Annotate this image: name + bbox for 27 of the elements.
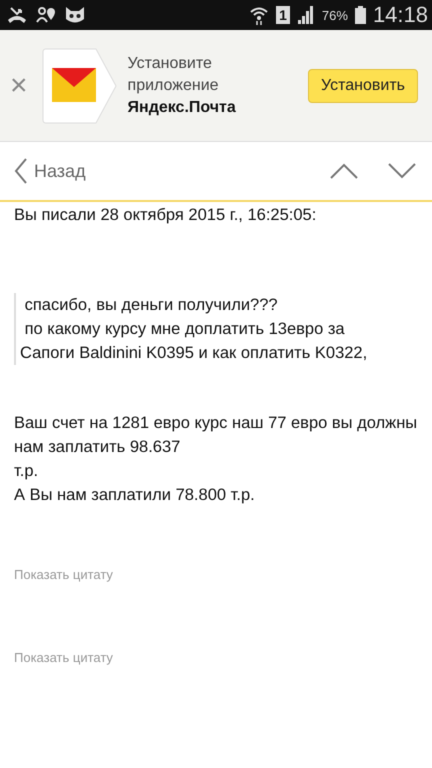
show-quote-link[interactable]: Показать цитату — [14, 567, 418, 582]
message-text: А Вы нам заплатили 78.800 т.р. — [14, 485, 256, 506]
quote-line: по какому курсу мне доплатить 13евро за — [24, 319, 346, 340]
banner-text: приложение — [128, 76, 220, 96]
battery-icon — [354, 6, 366, 24]
install-button[interactable]: Установить — [308, 68, 418, 102]
wifi-icon — [249, 5, 270, 25]
app-name: Яндекс.Почта — [128, 98, 237, 118]
banner-text: Установите — [128, 54, 213, 74]
clock: 14:18 — [372, 2, 428, 28]
quote-line: спасибо, вы деньги получили??? — [24, 295, 279, 316]
sim-indicator: 1 — [276, 6, 290, 24]
signal-icon — [296, 6, 315, 24]
quote-header: Вы писали 28 октября 2015 г., 16:25:05: — [14, 206, 318, 225]
next-icon[interactable] — [388, 163, 416, 179]
back-chevron-icon — [14, 158, 28, 184]
close-button[interactable]: × — [0, 68, 36, 102]
previous-icon[interactable] — [330, 163, 358, 179]
show-quote-link[interactable]: Показать цитату — [14, 650, 418, 665]
quote-line: Сапоги Baldinini K0395 и как оплатить K0322, — [20, 343, 368, 364]
missed-call-icon — [6, 6, 28, 24]
mail-app-icon — [42, 48, 118, 124]
battery-percent: 76% — [322, 8, 348, 22]
message-text: т.р. — [14, 461, 40, 482]
people-icon — [35, 6, 57, 24]
cat-face-icon — [64, 5, 86, 25]
back-button[interactable]: Назад — [14, 158, 86, 184]
